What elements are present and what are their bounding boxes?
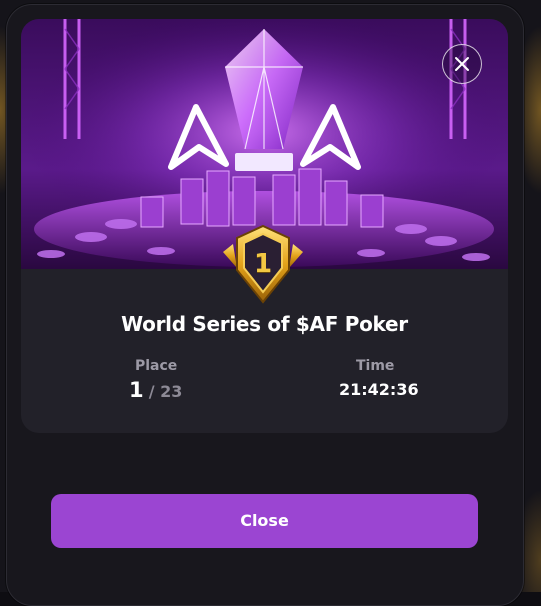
place-value: 1 / 23 [129, 378, 182, 402]
tournament-title: World Series of $AF Poker [121, 312, 408, 336]
close-x-icon [455, 57, 469, 71]
close-button[interactable]: Close [51, 494, 478, 548]
time-label: Time [356, 358, 395, 374]
rank-badge: 1 [219, 222, 307, 306]
dismiss-button[interactable] [442, 44, 482, 84]
place-rank: 1 [129, 378, 144, 402]
place-label: Place [135, 358, 178, 374]
rank-badge-number: 1 [253, 249, 273, 279]
time-value: 21:42:36 [339, 380, 419, 399]
place-total: / 23 [148, 382, 183, 401]
